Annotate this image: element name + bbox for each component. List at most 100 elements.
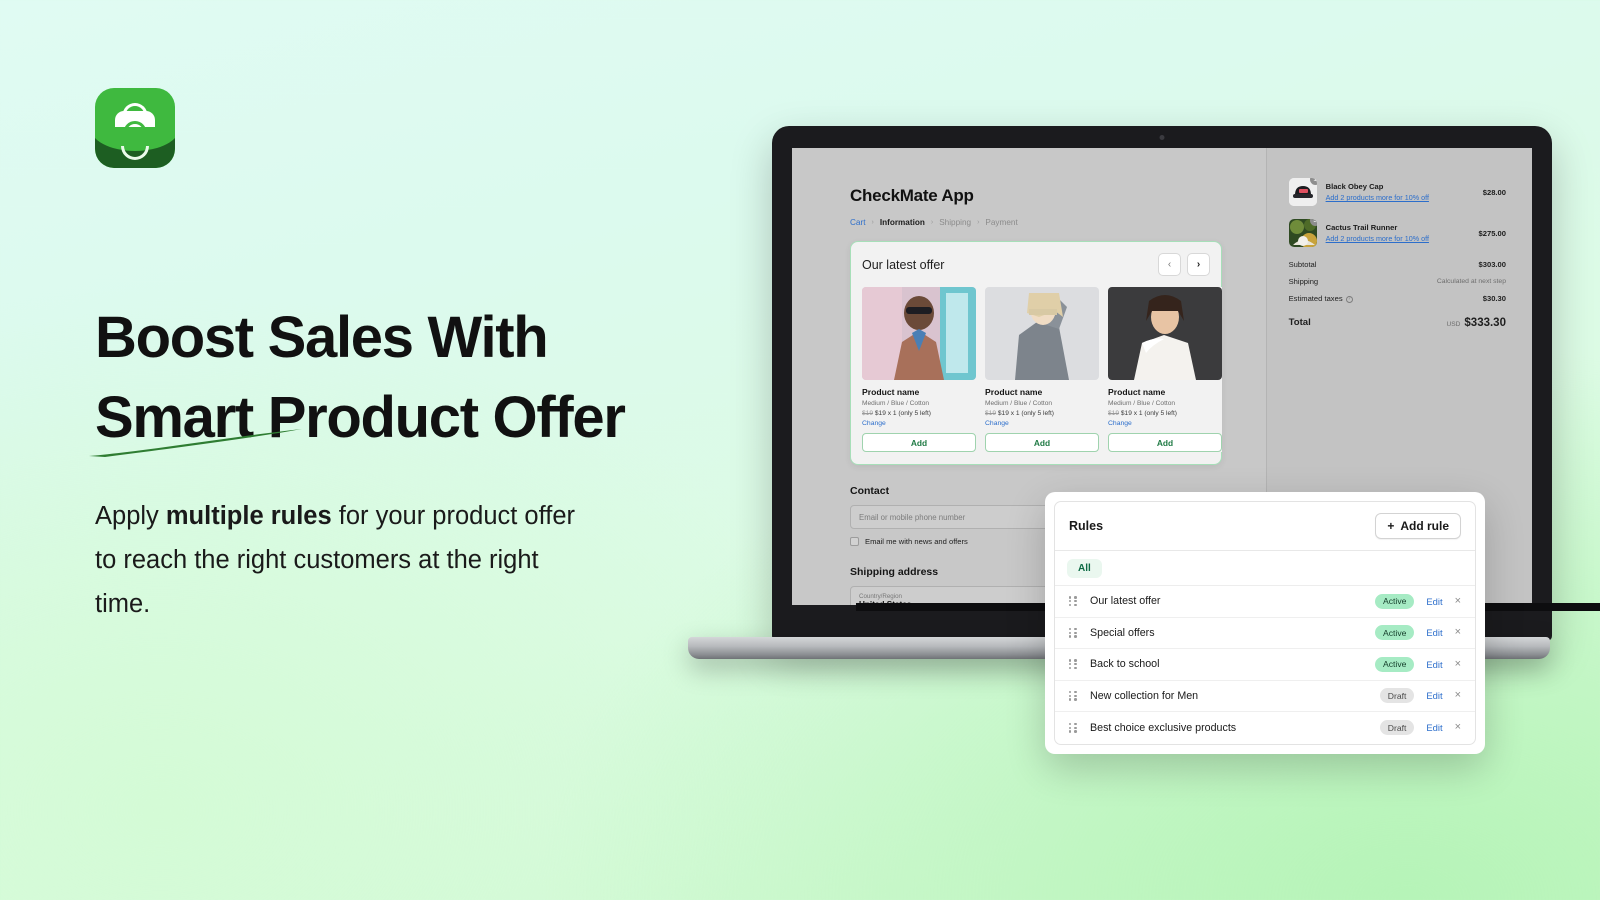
table-row[interactable]: Back to school Active Edit × — [1055, 649, 1475, 681]
edit-link[interactable]: Edit — [1426, 596, 1442, 607]
info-icon[interactable]: ? — [1345, 295, 1353, 303]
cart-item-name: Black Obey Cap — [1325, 182, 1384, 191]
edit-link[interactable]: Edit — [1426, 690, 1442, 701]
product-name: Product name — [985, 387, 1043, 397]
close-icon[interactable]: × — [1455, 627, 1461, 638]
total-currency: USD — [1446, 321, 1461, 328]
product-compare-at-price: $19 — [985, 410, 997, 417]
cart-line-item: 1 Black Obey Cap Add 2 products more for… — [1288, 178, 1506, 206]
cart-item-price: $275.00 — [1478, 228, 1506, 238]
rules-header: Rules + Add rule — [1055, 502, 1475, 551]
product-price: $19 — [997, 410, 1009, 417]
taxes-label: Estimated taxes — [1288, 294, 1343, 303]
rule-name: Back to school — [1090, 658, 1160, 671]
drag-handle-icon[interactable] — [1069, 659, 1078, 670]
status-badge: Active — [1375, 625, 1415, 641]
product-price: $19 — [874, 410, 886, 417]
drag-handle-icon[interactable] — [1069, 627, 1078, 638]
product-add-button[interactable]: Add — [1108, 433, 1222, 452]
status-badge: Draft — [1379, 720, 1415, 736]
taxes-label-wrap: Estimated taxes? — [1289, 294, 1353, 303]
close-icon[interactable]: × — [1455, 722, 1461, 733]
plus-icon: + — [1387, 519, 1395, 533]
offer-product-list: Product name Medium / Blue / Cotton $19 … — [862, 287, 1222, 452]
status-badge: Active — [1375, 593, 1415, 609]
breadcrumb-item-cart[interactable]: Cart — [850, 218, 865, 227]
close-icon[interactable]: × — [1455, 658, 1461, 670]
checkout-app-title: CheckMate App — [850, 186, 974, 205]
product-price-row: $19 $19 x 1 (only 5 left) — [985, 410, 1099, 417]
cart-item-info: Black Obey Cap Add 2 products more for 1… — [1326, 182, 1474, 202]
cart-item-name: Cactus Trail Runner — [1325, 223, 1398, 232]
carousel-next-button[interactable]: › — [1187, 253, 1210, 276]
breadcrumb-item-information[interactable]: Information — [880, 218, 925, 227]
offer-carousel-card: Our latest offer ‹ › Product name Medium… — [850, 241, 1222, 465]
product-change-link[interactable]: Change — [1108, 420, 1222, 427]
cart-item-thumbnail: 5 — [1288, 219, 1317, 247]
subtitle-prefix: Apply — [95, 502, 166, 530]
table-row[interactable]: Special offers Active Edit × — [1055, 618, 1475, 649]
cart-item-price: $28.00 — [1482, 187, 1506, 197]
drag-handle-icon[interactable] — [1069, 690, 1078, 701]
product-change-link[interactable]: Change — [985, 420, 1099, 427]
subtitle-emphasis: multiple rules — [165, 502, 332, 530]
carousel-nav: ‹ › — [1158, 253, 1210, 276]
product-stock: (only 5 left) — [898, 410, 931, 417]
edit-link[interactable]: Edit — [1426, 722, 1442, 733]
product-variant: Medium / Blue / Cotton — [862, 400, 930, 407]
cart-item-promo-link[interactable]: Add 2 products more for 10% off — [1326, 193, 1474, 202]
table-row[interactable]: Our latest offer Active Edit × — [1055, 586, 1475, 618]
breadcrumb: Cart › Information › Shipping › Payment — [850, 218, 1266, 227]
carousel-prev-button[interactable]: ‹ — [1158, 253, 1181, 276]
add-rule-button[interactable]: + Add rule — [1375, 513, 1461, 539]
product-add-button[interactable]: Add — [862, 433, 976, 452]
product-image — [985, 287, 1099, 380]
cart-line-item: 5 Cactus Trail Runner Add 2 products mor… — [1288, 219, 1506, 247]
product-compare-at-price: $19 — [862, 410, 874, 417]
rules-panel: Rules + Add rule All Our latest offer Ac… — [1045, 492, 1485, 754]
edit-link[interactable]: Edit — [1426, 627, 1442, 638]
summary-shipping-row: Shipping Calculated at next step — [1289, 277, 1506, 286]
summary-subtotal-row: Subtotal $303.00 — [1289, 260, 1506, 269]
offer-card-title: Our latest offer — [862, 257, 945, 272]
rule-name: Our latest offer — [1090, 595, 1161, 608]
breadcrumb-item-payment[interactable]: Payment — [985, 218, 1017, 227]
offer-product-card[interactable]: Product name Medium / Blue / Cotton $19 … — [1108, 287, 1222, 452]
drag-handle-icon[interactable] — [1069, 596, 1078, 607]
product-price-row: $19 $19 x 1 (only 5 left) — [1108, 410, 1222, 417]
subtotal-value: $303.00 — [1478, 260, 1506, 269]
newsletter-checkbox[interactable] — [850, 537, 859, 546]
product-change-link[interactable]: Change — [862, 420, 976, 427]
offer-product-card[interactable]: Product name Medium / Blue / Cotton $19 … — [862, 287, 976, 452]
table-row[interactable]: New collection for Men Draft Edit × — [1055, 681, 1475, 712]
breadcrumb-item-shipping[interactable]: Shipping — [939, 218, 971, 227]
product-image — [862, 287, 976, 380]
cart-item-promo-link[interactable]: Add 2 products more for 10% off — [1326, 234, 1470, 243]
drag-handle-icon[interactable] — [1069, 722, 1078, 733]
close-icon[interactable]: × — [1455, 690, 1461, 701]
product-compare-at-price: $19 — [1108, 410, 1120, 417]
edit-link[interactable]: Edit — [1426, 659, 1442, 670]
cart-item-thumbnail: 1 — [1288, 178, 1317, 206]
offer-product-card[interactable]: Product name Medium / Blue / Cotton $19 … — [985, 287, 1099, 452]
chevron-right-icon: › — [977, 219, 980, 226]
add-rule-label: Add rule — [1400, 519, 1449, 533]
shopping-bag-check-icon — [95, 88, 175, 168]
product-price-row: $19 $19 x 1 (only 5 left) — [862, 410, 976, 417]
hero-subtitle: Apply multiple rules for your product of… — [95, 495, 595, 627]
rules-title: Rules — [1069, 519, 1104, 533]
product-stock: (only 5 left) — [1021, 410, 1054, 417]
close-icon[interactable]: × — [1455, 595, 1461, 607]
tab-all[interactable]: All — [1067, 559, 1102, 578]
product-image — [1108, 287, 1222, 380]
product-variant: Medium / Blue / Cotton — [985, 400, 1053, 407]
chevron-right-icon: › — [930, 219, 934, 226]
subtotal-label: Subtotal — [1288, 260, 1317, 269]
product-quantity: x 1 — [1133, 410, 1143, 417]
product-add-button[interactable]: Add — [985, 433, 1099, 452]
table-row[interactable]: Best choice exclusive products Draft Edi… — [1055, 712, 1475, 744]
status-badge: Draft — [1379, 688, 1415, 704]
headline-underline-swoosh — [89, 429, 302, 457]
shipping-value: Calculated at next step — [1436, 278, 1506, 285]
product-name: Product name — [862, 387, 920, 397]
